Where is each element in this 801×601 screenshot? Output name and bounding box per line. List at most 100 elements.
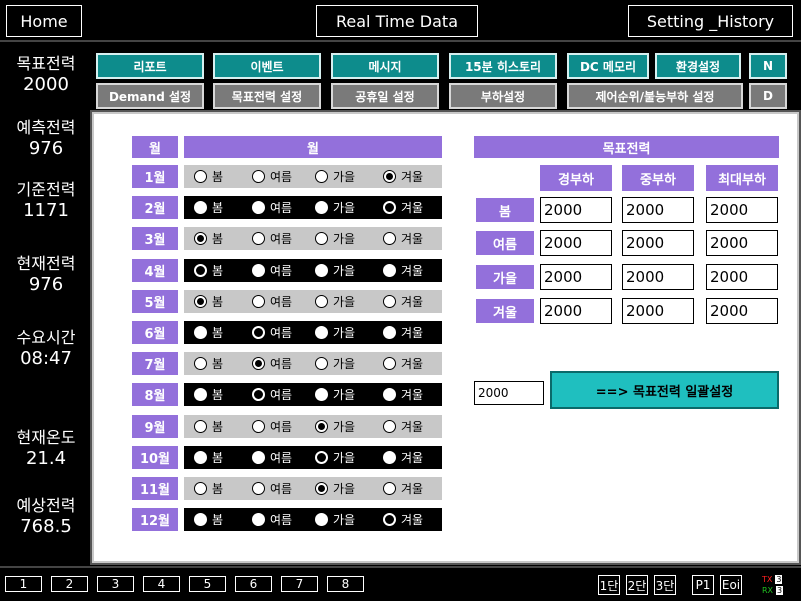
season-option-4[interactable]: 겨울 bbox=[383, 262, 423, 279]
season-option-3[interactable]: 가을 bbox=[315, 386, 355, 403]
home-button[interactable]: Home bbox=[6, 5, 82, 37]
season-option-4[interactable]: 겨울 bbox=[383, 199, 423, 216]
page-button[interactable]: 8 bbox=[327, 576, 364, 592]
radio-button[interactable] bbox=[252, 232, 265, 246]
season-option-1[interactable]: 봄 bbox=[194, 418, 223, 435]
nav-button[interactable]: Demand 설정 bbox=[96, 83, 204, 109]
radio-button[interactable] bbox=[383, 388, 396, 402]
nav-button[interactable]: N bbox=[749, 53, 787, 79]
target-power-input[interactable]: 2000 bbox=[622, 298, 694, 324]
season-option-1[interactable]: 봄 bbox=[194, 293, 223, 310]
radio-button[interactable] bbox=[383, 357, 396, 371]
radio-button[interactable] bbox=[315, 170, 328, 183]
radio-button[interactable] bbox=[194, 450, 207, 464]
radio-button[interactable] bbox=[252, 201, 265, 215]
radio-button[interactable] bbox=[315, 450, 328, 464]
season-option-2[interactable]: 여름 bbox=[252, 480, 292, 497]
radio-button[interactable] bbox=[315, 326, 328, 339]
page-button[interactable]: 1 bbox=[5, 576, 42, 592]
nav-button[interactable]: 메시지 bbox=[331, 53, 439, 79]
bulk-target-input[interactable]: 2000 bbox=[474, 381, 544, 405]
radio-button[interactable] bbox=[383, 170, 396, 183]
target-power-input[interactable]: 2000 bbox=[540, 230, 612, 256]
radio-button[interactable] bbox=[383, 294, 396, 308]
season-option-1[interactable]: 봄 bbox=[194, 324, 223, 341]
radio-button[interactable] bbox=[194, 232, 207, 246]
season-option-3[interactable]: 가을 bbox=[315, 355, 355, 372]
target-power-input[interactable]: 2000 bbox=[540, 197, 612, 223]
radio-button[interactable] bbox=[194, 294, 207, 308]
radio-button[interactable] bbox=[194, 201, 207, 215]
target-power-input[interactable]: 2000 bbox=[706, 298, 778, 324]
target-power-input[interactable]: 2000 bbox=[622, 230, 694, 256]
radio-button[interactable] bbox=[383, 201, 396, 215]
radio-button[interactable] bbox=[315, 482, 328, 495]
target-power-input[interactable]: 2000 bbox=[540, 264, 612, 290]
radio-button[interactable] bbox=[383, 513, 396, 527]
radio-button[interactable] bbox=[315, 263, 328, 277]
page-button[interactable]: 7 bbox=[281, 576, 318, 592]
nav-button[interactable]: D bbox=[749, 83, 787, 109]
radio-button[interactable] bbox=[194, 513, 207, 527]
page-button[interactable]: 5 bbox=[189, 576, 226, 592]
season-option-3[interactable]: 가을 bbox=[315, 324, 355, 341]
radio-button[interactable] bbox=[315, 232, 328, 246]
radio-button[interactable] bbox=[252, 388, 265, 402]
season-option-1[interactable]: 봄 bbox=[194, 168, 223, 185]
season-option-4[interactable]: 겨울 bbox=[383, 230, 423, 247]
season-option-3[interactable]: 가을 bbox=[315, 511, 355, 528]
nav-button[interactable]: 제어순위/불능부하 설정 bbox=[567, 83, 743, 109]
nav-button[interactable]: 공휴일 설정 bbox=[331, 83, 439, 109]
page-button[interactable]: 2 bbox=[51, 576, 88, 592]
season-option-4[interactable]: 겨울 bbox=[383, 480, 423, 497]
footer-step-button[interactable]: 1단 bbox=[598, 575, 620, 595]
footer-step-button[interactable]: P1 bbox=[692, 575, 714, 595]
radio-button[interactable] bbox=[194, 326, 207, 339]
radio-button[interactable] bbox=[315, 294, 328, 308]
season-option-1[interactable]: 봄 bbox=[194, 480, 223, 497]
radio-button[interactable] bbox=[383, 263, 396, 277]
target-power-input[interactable]: 2000 bbox=[622, 264, 694, 290]
season-option-2[interactable]: 여름 bbox=[252, 324, 292, 341]
page-button[interactable]: 4 bbox=[143, 576, 180, 592]
season-option-4[interactable]: 겨울 bbox=[383, 449, 423, 466]
nav-button[interactable]: 부하설정 bbox=[449, 83, 557, 109]
nav-button[interactable]: DC 메모리 bbox=[567, 53, 649, 79]
season-option-3[interactable]: 가을 bbox=[315, 168, 355, 185]
nav-button[interactable]: 환경설정 bbox=[655, 53, 741, 79]
target-power-input[interactable]: 2000 bbox=[622, 197, 694, 223]
season-option-3[interactable]: 가을 bbox=[315, 262, 355, 279]
season-option-3[interactable]: 가을 bbox=[315, 230, 355, 247]
season-option-2[interactable]: 여름 bbox=[252, 418, 292, 435]
radio-button[interactable] bbox=[194, 263, 207, 277]
radio-button[interactable] bbox=[194, 388, 207, 402]
radio-button[interactable] bbox=[194, 482, 207, 495]
season-option-2[interactable]: 여름 bbox=[252, 449, 292, 466]
radio-button[interactable] bbox=[252, 482, 265, 495]
radio-button[interactable] bbox=[383, 232, 396, 246]
footer-step-button[interactable]: 2단 bbox=[626, 575, 648, 595]
radio-button[interactable] bbox=[315, 388, 328, 402]
nav-button[interactable]: 이벤트 bbox=[213, 53, 321, 79]
season-option-1[interactable]: 봄 bbox=[194, 199, 223, 216]
season-option-2[interactable]: 여름 bbox=[252, 511, 292, 528]
radio-button[interactable] bbox=[315, 513, 328, 527]
footer-step-button[interactable]: 3단 bbox=[654, 575, 676, 595]
radio-button[interactable] bbox=[252, 170, 265, 183]
season-option-1[interactable]: 봄 bbox=[194, 230, 223, 247]
season-option-2[interactable]: 여름 bbox=[252, 293, 292, 310]
radio-button[interactable] bbox=[315, 357, 328, 371]
radio-button[interactable] bbox=[252, 294, 265, 308]
radio-button[interactable] bbox=[252, 357, 265, 371]
season-option-1[interactable]: 봄 bbox=[194, 386, 223, 403]
season-option-2[interactable]: 여름 bbox=[252, 386, 292, 403]
nav-button[interactable]: 목표전력 설정 bbox=[213, 83, 321, 109]
radio-button[interactable] bbox=[383, 419, 396, 433]
radio-button[interactable] bbox=[194, 357, 207, 371]
season-option-4[interactable]: 겨울 bbox=[383, 511, 423, 528]
target-power-input[interactable]: 2000 bbox=[706, 264, 778, 290]
nav-button[interactable]: 리포트 bbox=[96, 53, 204, 79]
target-power-input[interactable]: 2000 bbox=[706, 197, 778, 223]
page-button[interactable]: 3 bbox=[97, 576, 134, 592]
nav-button[interactable]: 15분 히스토리 bbox=[449, 53, 557, 79]
